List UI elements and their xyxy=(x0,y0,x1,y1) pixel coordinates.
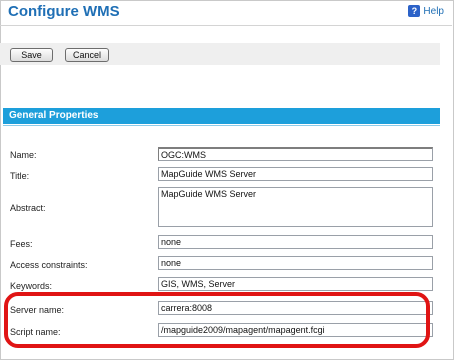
help-icon: ? xyxy=(408,5,421,17)
help-label: Help xyxy=(423,5,444,17)
help-link[interactable]: ? Help xyxy=(408,5,444,17)
cancel-button[interactable]: Cancel xyxy=(65,48,109,62)
save-button[interactable]: Save xyxy=(10,48,53,62)
abstract-field[interactable]: MapGuide WMS Server xyxy=(158,187,433,227)
title-divider xyxy=(0,25,452,26)
script-name-label: Script name: xyxy=(10,327,61,337)
server-name-label: Server name: xyxy=(10,305,65,315)
keywords-label: Keywords: xyxy=(10,281,53,291)
title-label: Title: xyxy=(10,171,30,181)
access-constraints-label: Access constraints: xyxy=(10,260,88,270)
general-properties-header: General Properties xyxy=(3,108,440,124)
abstract-text: MapGuide WMS Server xyxy=(161,189,256,199)
server-name-field[interactable]: carrera:8008 xyxy=(158,301,433,315)
name-field[interactable]: OGC:WMS xyxy=(158,147,433,161)
script-name-field[interactable]: /mapguide2009/mapagent/mapagent.fcgi xyxy=(158,323,433,337)
fees-label: Fees: xyxy=(10,239,33,249)
access-constraints-field[interactable]: none xyxy=(158,256,433,270)
fees-field[interactable]: none xyxy=(158,235,433,249)
abstract-value: MapGuide WMS Server xyxy=(161,189,257,199)
section-divider xyxy=(3,125,440,126)
title-field[interactable]: MapGuide WMS Server xyxy=(158,167,433,181)
keywords-field[interactable]: GIS, WMS, Server xyxy=(158,277,433,291)
abstract-label: Abstract: xyxy=(10,203,46,213)
name-label: Name: xyxy=(10,150,37,160)
page-title: Configure WMS xyxy=(8,3,120,20)
